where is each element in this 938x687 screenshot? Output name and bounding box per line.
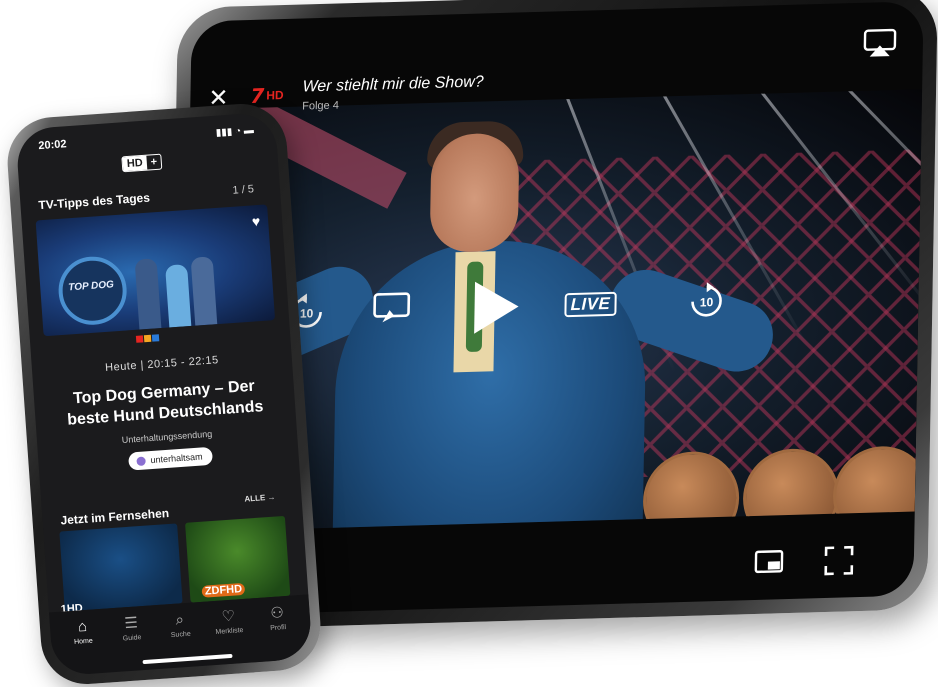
forward-seconds-label: 10 [700,295,714,309]
rtl-logo-block [135,335,144,343]
episode-title: Wer stiehlt mir die Show? [302,73,484,96]
home-icon: ⌂ [77,617,88,636]
status-time: 20:02 [37,138,67,153]
see-all-link[interactable]: ALLE → [244,492,276,503]
heart-icon[interactable]: ♥ [251,213,260,230]
tab-label: Merkliste [215,627,244,636]
airplay-icon[interactable] [863,28,898,59]
show-title[interactable]: Top Dog Germany – Der beste Hund Deutsch… [49,374,279,432]
brand-logo: HD + [121,153,163,173]
tab-label: Profil [269,624,287,633]
profile-icon: ⚇ [269,604,285,623]
fullscreen-icon[interactable] [824,545,855,576]
brand-logo-plus: + [150,155,158,169]
section-title-tv-tips: TV-Tipps des Tages [38,190,151,213]
person-figure [190,256,218,326]
channel-tile[interactable] [59,523,183,612]
brand-logo-hd: HD [122,155,148,172]
thumbnail-show-logo: TOP DOG [67,279,115,294]
live-button[interactable]: LIVE [564,291,617,318]
cast-icon[interactable] [372,292,411,327]
forward-10-button[interactable]: 10 [686,281,727,322]
broadcast-time: Heute | 20:15 - 22:15 [104,354,220,375]
host-head [429,132,520,254]
show-logo-ring: TOP DOG [56,254,129,328]
tab-label: Home [73,637,94,646]
heart-icon: ♡ [221,607,236,626]
guide-icon: ☰ [123,614,139,633]
mood-dot-icon [136,455,146,466]
tab-label: Guide [122,634,142,643]
mood-tag-label: unterhaltsam [150,451,203,466]
rtl-logo-block [143,334,152,343]
rtl-logo-block [151,334,160,342]
mood-tag[interactable]: unterhaltsam [128,446,214,471]
person-figure [165,264,192,328]
phone-screen: 20:02 ▮▮▮ ◔ ▬ HD + TV-Tipps des Tages 1 … [15,111,313,677]
featured-show-thumbnail[interactable]: TOP DOG ♥ [35,204,276,337]
rtl-channel-logo [135,334,160,343]
search-icon: ⌕ [174,611,185,629]
picture-in-picture-icon[interactable] [754,549,784,576]
status-icons: ▮▮▮ ◔ ▬ [215,125,255,139]
tab-label: Suche [170,630,191,640]
tab-home[interactable]: ⌂ Home [61,609,105,676]
person-figure [134,258,162,330]
episode-subtitle: Folge 4 [302,99,340,113]
phone-device: 20:02 ▮▮▮ ◔ ▬ HD + TV-Tipps des Tages 1 … [4,100,324,687]
play-button[interactable] [462,276,523,338]
carousel-counter: 1 / 5 [232,183,255,197]
tab-profile[interactable]: ⚇ Profil [256,595,300,662]
rewind-seconds-label: 10 [300,306,314,320]
